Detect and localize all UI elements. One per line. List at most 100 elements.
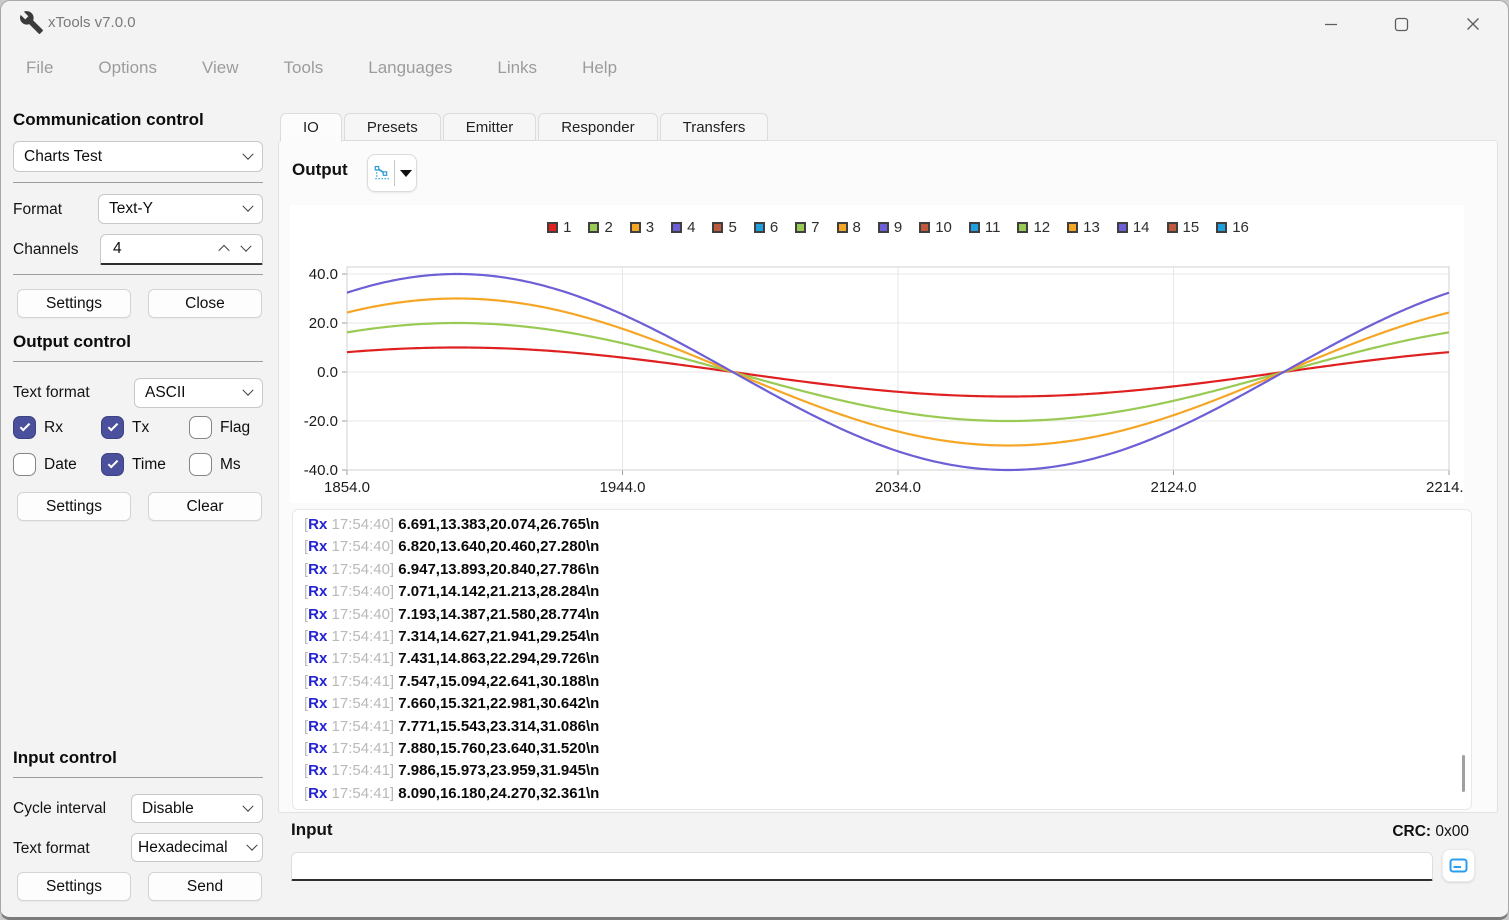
legend-item-5[interactable]: 5 <box>712 219 736 236</box>
svg-text:2124.0: 2124.0 <box>1151 479 1197 496</box>
legend-swatch-icon <box>547 222 558 233</box>
cycle-interval-dropdown[interactable]: Disable <box>131 794 263 823</box>
legend-label: 1 <box>563 219 571 236</box>
menu-item-help[interactable]: Help <box>582 53 617 83</box>
output-log[interactable]: [Rx 17:54:40] 6.691,13.383,20.074,26.765… <box>292 509 1472 810</box>
legend-item-14[interactable]: 14 <box>1117 219 1150 236</box>
channels-value: 4 <box>113 240 206 258</box>
legend-item-10[interactable]: 10 <box>919 219 952 236</box>
chevron-up-icon[interactable] <box>218 245 229 256</box>
minimize-button[interactable] <box>1308 9 1354 39</box>
checked-checkbox-icon[interactable] <box>101 416 124 439</box>
dropdown-arrow-icon[interactable] <box>400 170 412 177</box>
legend-swatch-icon <box>712 222 723 233</box>
unchecked-checkbox-icon[interactable] <box>189 416 212 439</box>
maximize-button[interactable] <box>1378 9 1424 39</box>
legend-item-7[interactable]: 7 <box>795 219 819 236</box>
checkbox-tx[interactable]: Tx <box>101 416 149 439</box>
menu-item-links[interactable]: Links <box>497 53 537 83</box>
output-text-format-dropdown[interactable]: ASCII <box>134 378 263 408</box>
legend-item-2[interactable]: 2 <box>588 219 612 236</box>
log-values: 7.314,14.627,21.941,29.254\n <box>398 628 599 645</box>
log-direction-tag: Rx <box>308 740 327 757</box>
chevron-down-icon <box>242 385 253 396</box>
crc-value: 0x00 <box>1435 823 1469 840</box>
tab-transfers[interactable]: Transfers <box>660 113 769 141</box>
log-scrollbar[interactable] <box>1462 755 1465 792</box>
log-timestamp: 17:54:40] <box>327 606 398 623</box>
legend-swatch-icon <box>671 222 682 233</box>
legend-item-11[interactable]: 11 <box>969 219 1001 236</box>
legend-item-9[interactable]: 9 <box>878 219 902 236</box>
svg-text:2034.0: 2034.0 <box>875 479 921 496</box>
log-line: [Rx 17:54:40] 6.820,13.640,20.460,27.280… <box>304 536 1471 558</box>
close-button[interactable] <box>1450 9 1496 39</box>
window-title: xTools v7.0.0 <box>48 14 136 31</box>
legend-swatch-icon <box>919 222 930 233</box>
button-divider <box>394 160 395 186</box>
legend-item-4[interactable]: 4 <box>671 219 695 236</box>
menu-item-file[interactable]: File <box>26 53 53 83</box>
legend-swatch-icon <box>1117 222 1128 233</box>
input-text-format-label: Text format <box>13 840 90 858</box>
log-values: 7.880,15.760,23.640,31.520\n <box>398 740 599 757</box>
output-panel-title: Output <box>292 160 348 180</box>
tab-io[interactable]: IO <box>280 113 342 142</box>
chart-type-split-button[interactable] <box>367 154 417 192</box>
svg-text:1944.0: 1944.0 <box>600 479 646 496</box>
chart-legend: 12345678910111213141516 <box>347 219 1449 236</box>
legend-item-1[interactable]: 1 <box>547 219 571 236</box>
checkbox-ms[interactable]: Ms <box>189 453 241 476</box>
input-field[interactable] <box>291 852 1433 881</box>
chevron-down-icon[interactable] <box>240 241 251 252</box>
input-send-button[interactable]: Send <box>148 872 262 901</box>
checkbox-label: Ms <box>220 456 241 474</box>
checked-checkbox-icon[interactable] <box>13 416 36 439</box>
unchecked-checkbox-icon[interactable] <box>189 453 212 476</box>
tab-presets[interactable]: Presets <box>344 113 441 141</box>
cycle-interval-label: Cycle interval <box>13 800 106 818</box>
checked-checkbox-icon[interactable] <box>101 453 124 476</box>
log-timestamp: 17:54:41] <box>327 718 398 735</box>
legend-item-15[interactable]: 15 <box>1167 219 1200 236</box>
separator <box>13 361 263 362</box>
legend-label: 9 <box>894 219 902 236</box>
output-clear-button[interactable]: Clear <box>148 492 262 521</box>
channels-spinner[interactable]: 4 <box>100 234 263 265</box>
communication-close-button[interactable]: Close <box>148 289 262 318</box>
log-values: 7.193,14.387,21.580,28.774\n <box>398 606 599 623</box>
input-text-format-dropdown[interactable]: Hexadecimal <box>131 833 263 862</box>
unchecked-checkbox-icon[interactable] <box>13 453 36 476</box>
log-values: 6.820,13.640,20.460,27.280\n <box>398 538 599 555</box>
menu-item-options[interactable]: Options <box>98 53 157 83</box>
legend-label: 3 <box>646 219 654 236</box>
legend-item-12[interactable]: 12 <box>1017 219 1050 236</box>
menu-item-languages[interactable]: Languages <box>368 53 452 83</box>
format-dropdown[interactable]: Text-Y <box>98 194 263 224</box>
chart-plot-area[interactable]: 40.020.00.0-20.0-40.01854.01944.02034.02… <box>290 245 1464 503</box>
log-line: [Rx 17:54:41] 7.771,15.543,23.314,31.086… <box>304 716 1471 738</box>
checkbox-date[interactable]: Date <box>13 453 77 476</box>
communication-settings-button[interactable]: Settings <box>17 289 131 318</box>
legend-item-13[interactable]: 13 <box>1067 219 1100 236</box>
app-logo-wrench-icon <box>19 10 45 36</box>
legend-item-8[interactable]: 8 <box>837 219 861 236</box>
log-timestamp: 17:54:41] <box>327 673 398 690</box>
checkbox-time[interactable]: Time <box>101 453 166 476</box>
crc-label: CRC: <box>1392 823 1431 840</box>
legend-item-6[interactable]: 6 <box>754 219 778 236</box>
tab-responder[interactable]: Responder <box>538 113 657 141</box>
output-settings-button[interactable]: Settings <box>17 492 131 521</box>
legend-label: 8 <box>853 219 861 236</box>
tab-emitter[interactable]: Emitter <box>443 113 537 141</box>
checkbox-flag[interactable]: Flag <box>189 416 250 439</box>
legend-item-3[interactable]: 3 <box>630 219 654 236</box>
checkbox-rx[interactable]: Rx <box>13 416 63 439</box>
legend-item-16[interactable]: 16 <box>1216 219 1249 236</box>
log-timestamp: 17:54:40] <box>327 538 398 555</box>
input-settings-button[interactable]: Settings <box>17 872 131 901</box>
input-format-button[interactable] <box>1442 849 1475 882</box>
menu-item-tools[interactable]: Tools <box>284 53 324 83</box>
link-type-dropdown[interactable]: Charts Test <box>13 141 263 172</box>
menu-item-view[interactable]: View <box>202 53 239 83</box>
